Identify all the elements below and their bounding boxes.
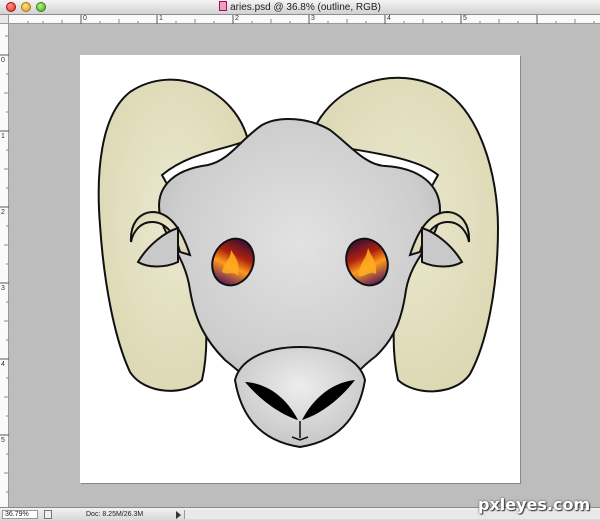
document-canvas[interactable] [80,55,520,483]
ruler-origin[interactable] [0,15,9,24]
horizontal-ruler-ticks [27,15,595,24]
watermark: pxleyes.com [478,495,591,514]
ruler-label-h5: 5 [463,15,467,22]
horizontal-ruler[interactable]: 0 1 2 3 4 5 [9,15,600,24]
document-size-info: Doc: 8.25M/26.3M [86,511,144,518]
ruler-label-h0: 0 [83,15,87,22]
status-menu-arrow-icon[interactable] [176,511,181,519]
ruler-label-h1: 1 [159,15,163,22]
vertical-ruler-ticks [0,35,9,493]
window-title-text: aries.psd @ 36.8% (outline, RGB) [230,2,381,13]
window-title: aries.psd @ 36.8% (outline, RGB) [0,1,600,14]
ruler-label-v5: 5 [1,437,5,444]
ruler-label-h3: 3 [311,15,315,22]
ruler-label-v4: 4 [1,361,5,368]
ruler-label-h4: 4 [387,15,391,22]
document-info-icon[interactable] [44,510,52,519]
ruler-label-h2: 2 [235,15,239,22]
vertical-ruler[interactable]: 0 1 2 3 4 5 [0,15,9,507]
ruler-label-v1: 1 [1,133,5,140]
ruler-label-v0: 0 [1,57,5,64]
ruler-label-v2: 2 [1,209,5,216]
ruler-label-v3: 3 [1,285,5,292]
window-titlebar[interactable]: aries.psd @ 36.8% (outline, RGB) [0,0,600,15]
psd-document-icon [219,1,228,11]
ram-head-artwork [97,76,500,449]
zoom-level-field[interactable]: 36.79% [2,510,38,519]
